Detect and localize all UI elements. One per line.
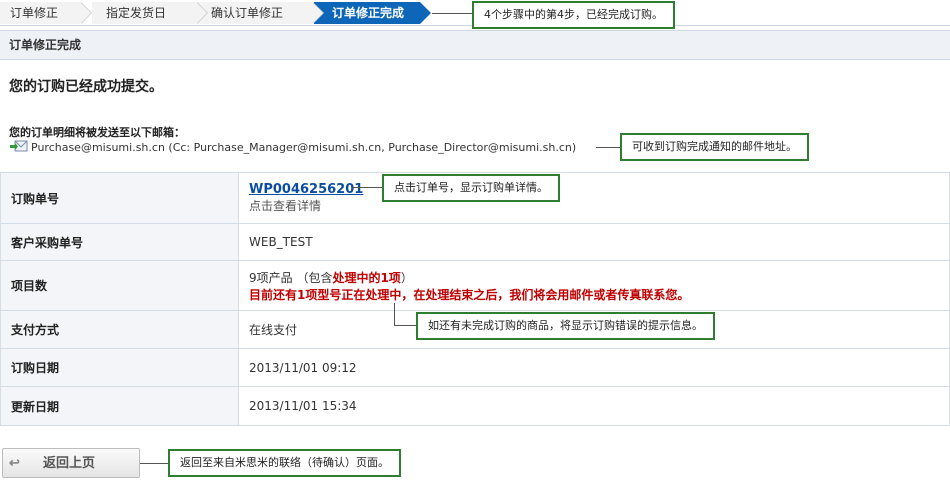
mail-send-icon — [10, 140, 28, 152]
table-row-update-date: 更新日期 2013/11/01 15:34 — [0, 386, 950, 426]
step-3-label: 确认订单修正 — [211, 6, 284, 20]
callout-mail: 可收到订购完成通知的邮件地址。 — [620, 133, 809, 161]
table-row-order-date: 订购日期 2013/11/01 09:12 — [0, 348, 950, 387]
leader-order-no — [352, 187, 382, 188]
leader-error-v — [394, 303, 395, 325]
leader-mail — [596, 147, 620, 148]
step-3: 确认订单修正 — [198, 2, 324, 24]
update-date-value: 2013/11/01 15:34 — [238, 386, 950, 426]
back-button-label: 返回上页 — [43, 455, 96, 470]
success-message: 您的订购已经成功提交。 — [9, 79, 163, 95]
items-prefix: 9项产品 （包含 — [249, 270, 333, 285]
items-label: 项目数 — [0, 260, 239, 311]
step-1: 订单修正 — [0, 2, 92, 24]
items-cell: 9项产品 （包含处理中的1项） 目前还有1项型号正在处理中，在处理结束之后，我们… — [238, 260, 950, 311]
step-2-label: 指定发货日 — [106, 6, 167, 20]
items-highlight: 处理中的1项 — [332, 270, 401, 285]
mail-line: Purchase@misumi.sh.cn (Cc: Purchase_Mana… — [10, 140, 576, 154]
customer-po-value: WEB_TEST — [238, 223, 950, 261]
callout-step: 4个步骤中的第4步，已经完成订购。 — [472, 1, 675, 29]
items-suffix: ） — [400, 270, 413, 285]
order-no-label: 订购单号 — [0, 172, 239, 224]
back-button[interactable]: ↩ 返回上页 — [2, 448, 140, 478]
mail-label: 您的订单明细将被发送至以下邮箱： — [9, 126, 185, 139]
step-4-active: 订单修正完成 — [314, 2, 431, 24]
mail-addresses: Purchase@misumi.sh.cn (Cc: Purchase_Mana… — [31, 141, 577, 154]
leader-back — [140, 463, 168, 464]
order-no-cell: WP0046256201 点击查看详情 — [238, 172, 950, 224]
step-1-label: 订单修正 — [10, 6, 59, 20]
order-date-value: 2013/11/01 09:12 — [238, 348, 950, 387]
customer-po-label: 客户采购单号 — [0, 223, 239, 261]
leader-step — [432, 13, 472, 14]
callout-order-no: 点击订单号，显示订购单详情。 — [382, 174, 560, 202]
order-no-link[interactable]: WP0046256201 — [249, 182, 363, 197]
leader-error-h — [394, 325, 416, 326]
back-arrow-icon: ↩ — [9, 455, 20, 470]
update-date-label: 更新日期 — [0, 386, 239, 426]
payment-label: 支付方式 — [0, 310, 239, 349]
order-no-sub: 点击查看详情 — [249, 199, 322, 213]
order-info-table: 订购单号 WP0046256201 点击查看详情 客户采购单号 WEB_TEST… — [0, 172, 950, 426]
order-date-label: 订购日期 — [0, 348, 239, 387]
section-title: 订单修正完成 — [0, 30, 950, 60]
items-warning: 目前还有1项型号正在处理中，在处理结束之后，我们将会用邮件或者传真联系您。 — [249, 287, 690, 302]
step-2: 指定发货日 — [92, 2, 208, 24]
table-row-customer-po: 客户采购单号 WEB_TEST — [0, 223, 950, 261]
callout-back: 返回至来自米思米的联络（待确认）页面。 — [168, 449, 401, 477]
step-4-label: 订单修正完成 — [332, 6, 405, 20]
table-row-items: 项目数 9项产品 （包含处理中的1项） 目前还有1项型号正在处理中，在处理结束之… — [0, 260, 950, 311]
callout-error: 如还有未完成订购的商品，将显示订购错误的提示信息。 — [416, 312, 715, 340]
